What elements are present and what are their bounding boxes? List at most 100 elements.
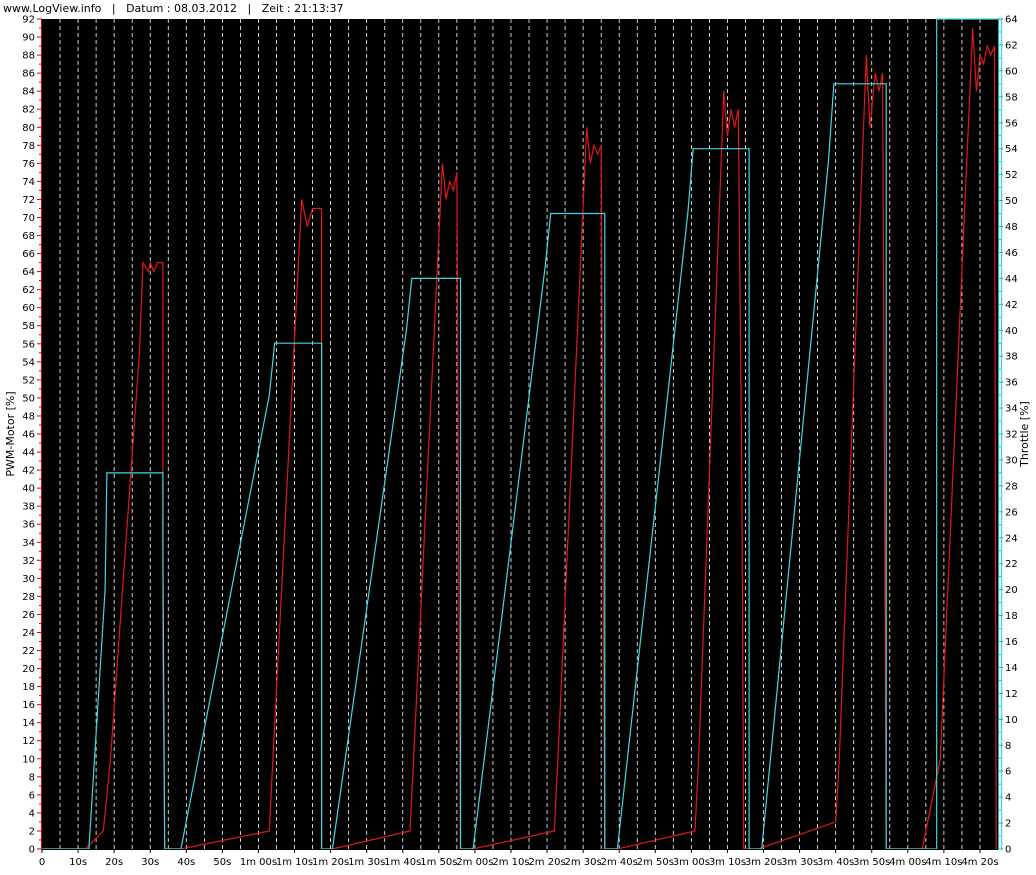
left-tick-label: 48 [22, 411, 35, 422]
left-tick-label: 34 [22, 538, 35, 549]
left-tick-label: 12 [22, 736, 35, 747]
right-tick-label: 4 [1005, 793, 1011, 804]
left-tick-label: 60 [22, 303, 35, 314]
right-tick-label: 32 [1005, 430, 1018, 441]
x-tick-label: 2m 50s [637, 857, 674, 868]
x-tick-label: 3m 50s [853, 857, 890, 868]
left-tick-label: 72 [22, 195, 35, 206]
right-tick-label: 22 [1005, 559, 1018, 570]
left-tick-label: 22 [22, 646, 35, 657]
left-tick-label: 18 [22, 682, 35, 693]
left-tick-label: 86 [22, 69, 35, 80]
left-tick-label: 56 [22, 339, 35, 350]
left-tick-label: 6 [29, 790, 35, 801]
right-tick-label: 58 [1005, 92, 1018, 103]
left-tick-label: 14 [22, 718, 35, 729]
left-tick-label: 30 [22, 574, 35, 585]
left-tick-label: 32 [22, 556, 35, 567]
left-tick-label: 28 [22, 592, 35, 603]
left-tick-label: 2 [29, 826, 35, 837]
right-tick-label: 16 [1005, 637, 1018, 648]
left-tick-label: 66 [22, 249, 35, 260]
right-tick-label: 26 [1005, 507, 1018, 518]
right-tick-label: 6 [1005, 767, 1011, 778]
x-tick-label: 40s [177, 857, 195, 868]
left-tick-label: 26 [22, 610, 35, 621]
right-tick-label: 8 [1005, 741, 1011, 752]
right-tick-label: 10 [1005, 715, 1018, 726]
right-tick-label: 50 [1005, 196, 1018, 207]
left-tick-label: 74 [22, 177, 35, 188]
right-tick-label: 48 [1005, 222, 1018, 233]
left-tick-label: 0 [29, 845, 35, 856]
x-tick-label: 1m 00s [240, 857, 277, 868]
x-tick-label: 2m 00s [456, 857, 493, 868]
right-tick-label: 30 [1005, 455, 1018, 466]
x-tick-label: 4m 20s [961, 857, 998, 868]
left-tick-label: 58 [22, 321, 35, 332]
left-tick-label: 44 [22, 448, 35, 459]
plot-area [42, 19, 998, 849]
x-tick-label: 1m 30s [348, 857, 385, 868]
left-tick-label: 40 [22, 484, 35, 495]
left-tick-label: 84 [22, 87, 35, 98]
y-left-label: PWM-Motor [%] [4, 391, 17, 476]
left-tick-label: 92 [22, 15, 35, 26]
x-tick-label: 30s [141, 857, 159, 868]
right-tick-label: 40 [1005, 326, 1018, 337]
left-tick-label: 10 [22, 754, 35, 765]
right-tick-label: 14 [1005, 663, 1018, 674]
chart: 0246810121416182022242628303234363840424… [4, 15, 1031, 869]
left-tick-label: 50 [22, 393, 35, 404]
right-tick-label: 2 [1005, 819, 1011, 830]
x-tick-label: 1m 10s [276, 857, 313, 868]
right-tick-label: 64 [1005, 15, 1018, 26]
right-tick-label: 46 [1005, 248, 1018, 259]
left-tick-label: 76 [22, 159, 35, 170]
right-tick-label: 0 [1005, 845, 1011, 856]
left-tick-label: 42 [22, 466, 35, 477]
right-tick-label: 28 [1005, 481, 1018, 492]
left-tick-label: 8 [29, 772, 35, 783]
x-tick-label: 1m 20s [312, 857, 349, 868]
left-tick-label: 88 [22, 51, 35, 62]
right-tick-label: 62 [1005, 40, 1018, 51]
right-tick-label: 38 [1005, 352, 1018, 363]
x-tick-label: 3m 40s [817, 857, 854, 868]
y-right-label: Throttle [%] [1018, 401, 1031, 468]
x-tick-label: 1m 50s [420, 857, 457, 868]
right-tick-label: 56 [1005, 118, 1018, 129]
left-axis: 0246810121416182022242628303234363840424… [22, 15, 42, 856]
x-tick-label: 10s [69, 857, 87, 868]
right-tick-label: 20 [1005, 585, 1018, 596]
left-tick-label: 70 [22, 213, 35, 224]
right-tick-label: 52 [1005, 170, 1018, 181]
x-tick-label: 1m 40s [384, 857, 421, 868]
right-tick-label: 44 [1005, 274, 1018, 285]
right-tick-label: 42 [1005, 300, 1018, 311]
left-tick-label: 90 [22, 33, 35, 44]
right-tick-label: 60 [1005, 66, 1018, 77]
left-tick-label: 20 [22, 664, 35, 675]
x-tick-label: 3m 30s [781, 857, 818, 868]
x-tick-label: 20s [105, 857, 123, 868]
left-tick-label: 68 [22, 231, 35, 242]
left-tick-label: 24 [22, 628, 35, 639]
left-tick-label: 62 [22, 285, 35, 296]
x-tick-label: 2m 40s [601, 857, 638, 868]
right-axis: 0246810121416182022242628303234363840424… [998, 15, 1018, 856]
x-tick-label: 50s [213, 857, 231, 868]
x-tick-label: 3m 00s [673, 857, 710, 868]
x-tick-label: 3m 10s [709, 857, 746, 868]
left-tick-label: 16 [22, 700, 35, 711]
left-tick-label: 80 [22, 123, 35, 134]
left-tick-label: 54 [22, 357, 35, 368]
left-tick-label: 46 [22, 430, 35, 441]
x-tick-label: 0 [39, 857, 45, 868]
left-tick-label: 52 [22, 375, 35, 386]
right-tick-label: 36 [1005, 378, 1018, 389]
left-tick-label: 4 [29, 808, 35, 819]
x-tick-label: 4m 10s [925, 857, 962, 868]
x-tick-label: 2m 30s [565, 857, 602, 868]
right-tick-label: 24 [1005, 533, 1018, 544]
